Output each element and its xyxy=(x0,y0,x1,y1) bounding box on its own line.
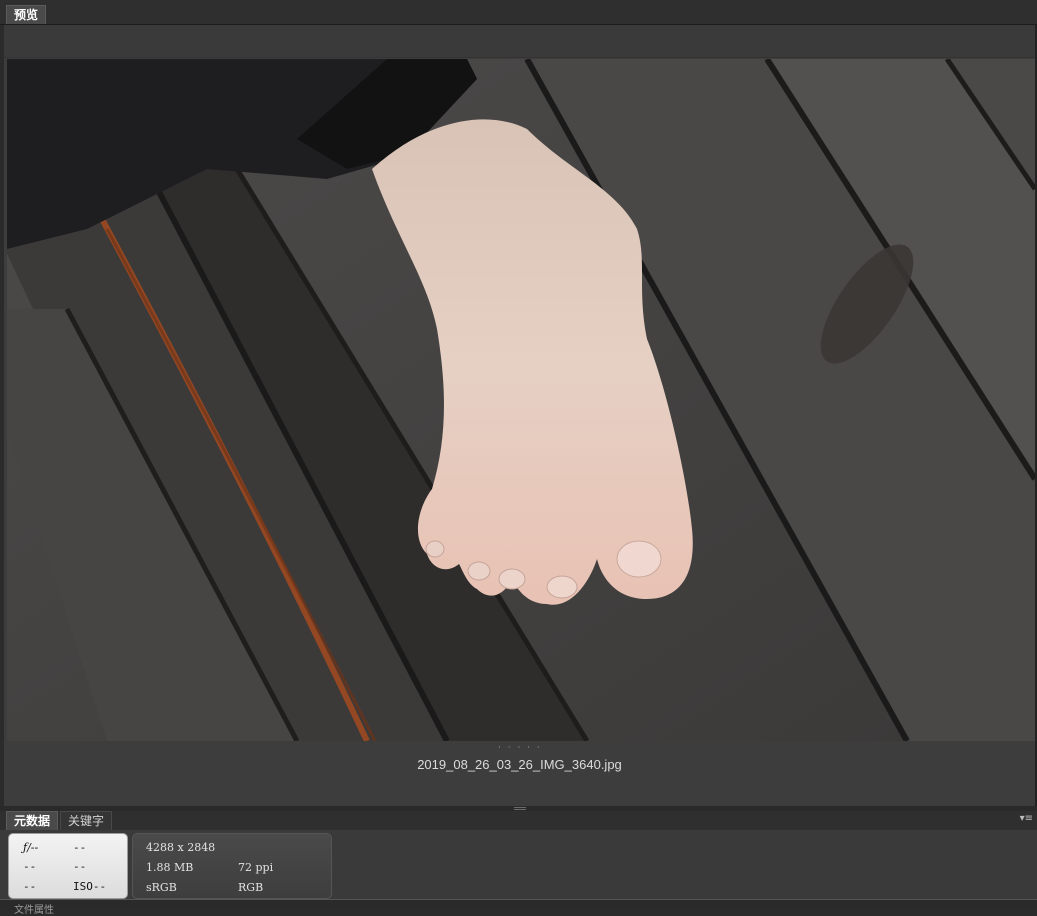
shutter-value: -- xyxy=(73,841,87,854)
color-profile-value: sRGB xyxy=(146,881,177,894)
resolution-value: 72 ppi xyxy=(238,861,274,874)
dimensions-value: 4288 x 2848 xyxy=(146,841,216,854)
panel-menu-icon[interactable]: ▾≡ xyxy=(1020,813,1033,824)
exposure-comp-value: -- xyxy=(23,860,37,873)
resize-dots: · · · · · xyxy=(498,743,542,753)
metadata-body: ƒ/-- -- -- -- -- ISO-- 4288 x 2848 1.88 … xyxy=(0,830,1037,900)
tab-metadata[interactable]: 元数据 xyxy=(6,811,59,830)
white-balance-value: -- xyxy=(23,880,37,893)
metering-value: -- xyxy=(73,860,87,873)
tab-preview[interactable]: 预览 xyxy=(6,5,47,24)
preview-panel-tabbar: 预览 xyxy=(0,0,1037,25)
photo-svg xyxy=(7,59,1035,741)
file-properties-placard: 4288 x 2848 1.88 MB 72 ppi sRGB RGB xyxy=(132,833,332,899)
preview-toolbar xyxy=(4,25,1035,58)
preview-image[interactable] xyxy=(7,59,1035,741)
iso-value: ISO-- xyxy=(73,880,107,893)
camera-data-placard: ƒ/-- -- -- -- -- ISO-- xyxy=(8,833,128,899)
color-mode-value: RGB xyxy=(238,881,264,894)
tab-keywords[interactable]: 关键字 xyxy=(60,811,113,830)
aperture-value: ƒ/-- xyxy=(23,841,39,854)
file-size-value: 1.88 MB xyxy=(146,861,194,874)
bottom-panel-edge: 文件属性 xyxy=(0,899,1037,916)
preview-panel: · · · · · 2019_08_26_03_26_IMG_3640.jpg xyxy=(4,25,1035,807)
metadata-panel-tabbar: 元数据 关键字 ▾≡ xyxy=(0,811,1037,831)
image-filename: 2019_08_26_03_26_IMG_3640.jpg xyxy=(417,757,622,772)
splitter-grip-icon[interactable] xyxy=(514,807,526,810)
